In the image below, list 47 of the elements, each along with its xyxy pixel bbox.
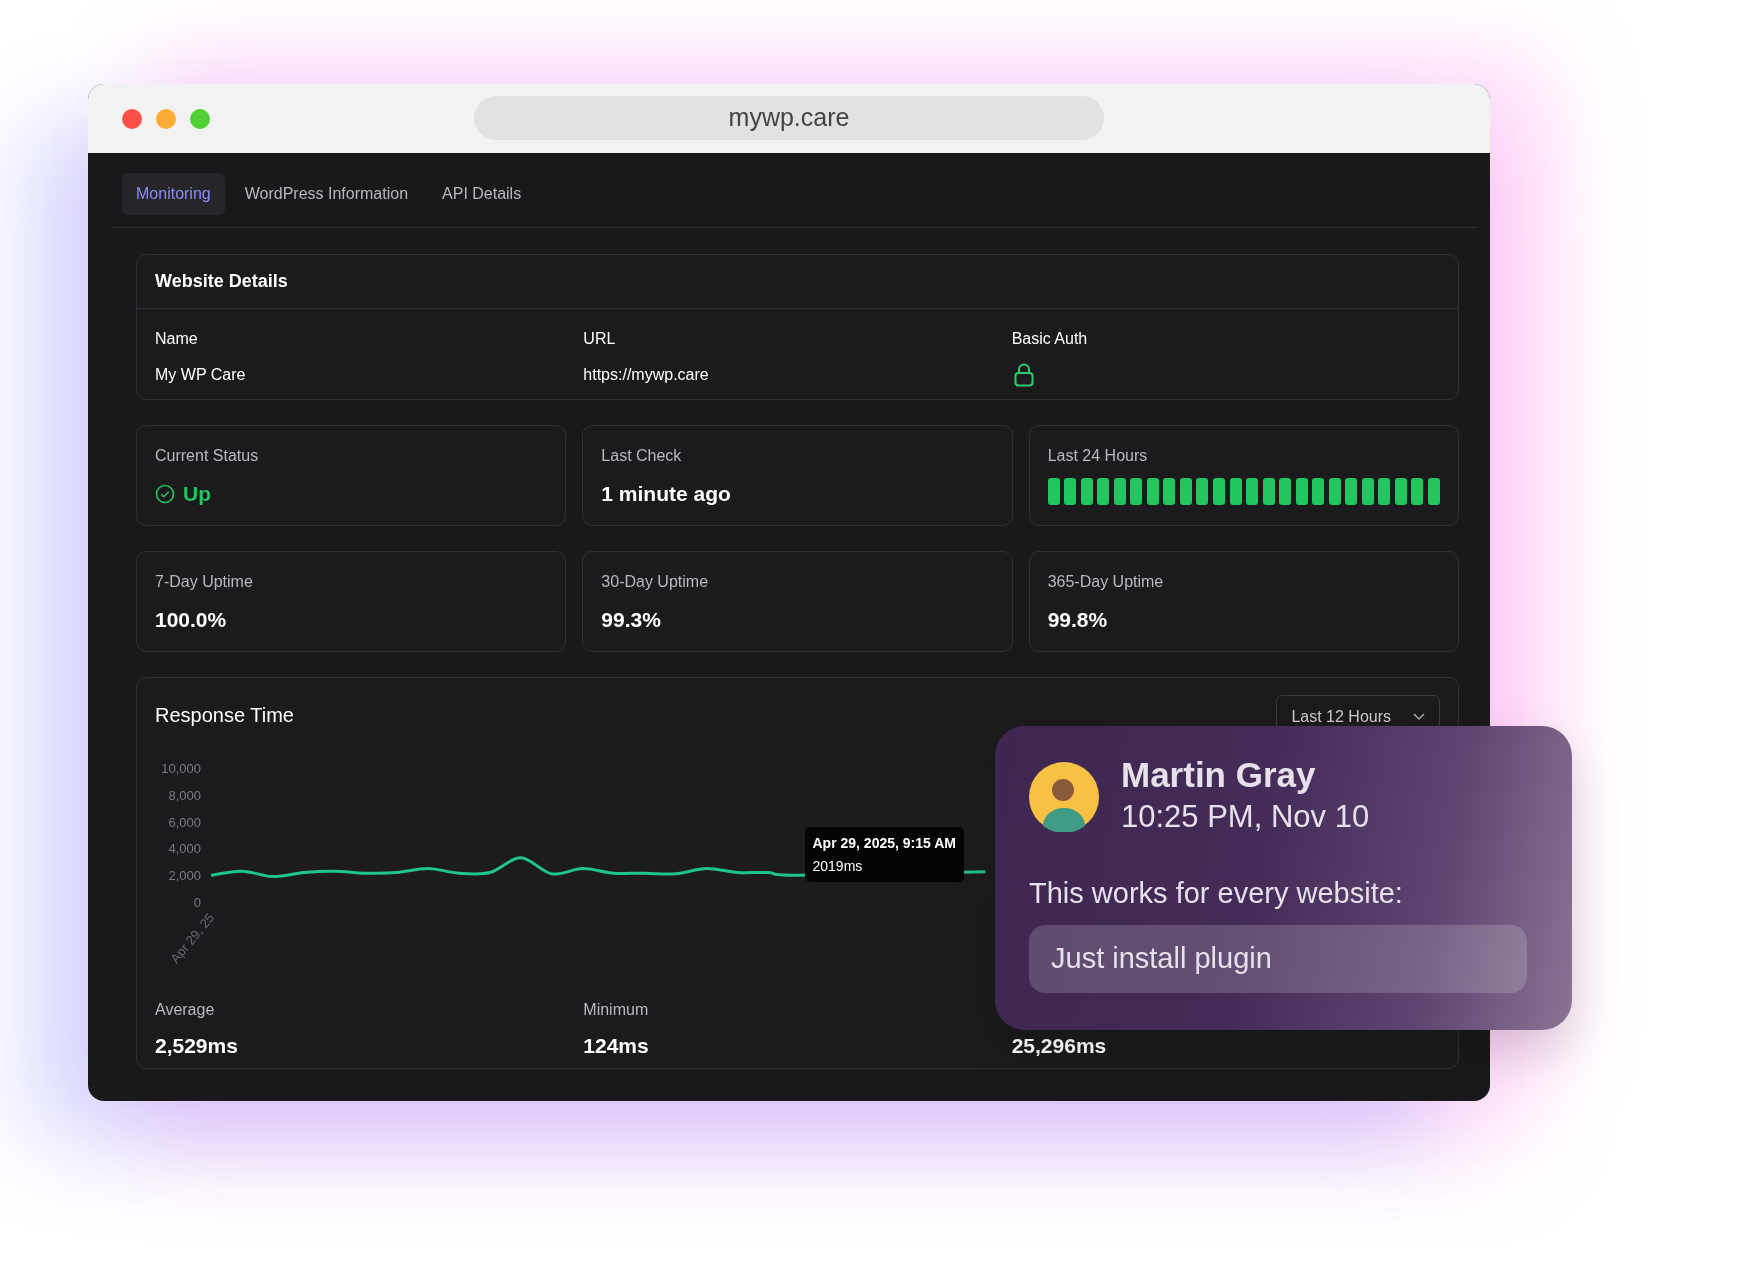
- stat-value: 2,529ms: [155, 1033, 239, 1059]
- card-label: 365-Day Uptime: [1047, 572, 1165, 592]
- close-button[interactable]: [122, 108, 142, 129]
- lock-icon: [1013, 363, 1034, 387]
- highlight-text: Just install plugin: [1029, 925, 1527, 993]
- card-title: Response Time: [155, 703, 294, 728]
- chevron-down-icon: [1413, 713, 1425, 721]
- card-label: Current Status: [155, 446, 260, 466]
- maximize-button[interactable]: [190, 108, 210, 129]
- stat-value: 25,296ms: [1011, 1033, 1108, 1059]
- person-name: Martin Gray: [1121, 756, 1317, 795]
- tab[interactable]: Monitoring: [122, 173, 225, 215]
- stat-value: 124ms: [583, 1033, 650, 1059]
- uptime-value: 99.8%: [1047, 607, 1109, 633]
- card-label: Last 24 Hours: [1047, 446, 1149, 466]
- field-label: Basic Auth: [1011, 329, 1089, 349]
- tooltip-title: Apr 29, 2025, 9:15 AM: [812, 834, 956, 854]
- uptime-value: 99.3%: [601, 607, 662, 633]
- y-tick-label: 4,000: [168, 841, 201, 857]
- y-tick-label: 6,000: [168, 814, 201, 830]
- y-tick-label: 2,000: [168, 868, 201, 884]
- message-text: This works for every website:: [1029, 875, 1404, 911]
- check-circle-icon: [155, 483, 175, 504]
- card-title: Website Details: [137, 255, 1458, 309]
- address-bar[interactable]: mywp.care: [474, 96, 1104, 140]
- card-label: Last Check: [601, 446, 683, 466]
- field-label: Name: [155, 329, 199, 349]
- y-tick-label: 10,000: [161, 761, 201, 776]
- field-value: My WP Care: [155, 365, 247, 385]
- minimize-button[interactable]: [156, 108, 176, 129]
- stat-label: Minimum: [583, 1000, 650, 1020]
- field-value: https://mywp.care: [583, 365, 710, 385]
- stat-label: Average: [155, 1000, 216, 1020]
- uptime-value: 100.0%: [155, 607, 228, 633]
- x-tick-label: Apr 29, 25: [167, 910, 218, 966]
- tab[interactable]: API Details: [428, 173, 536, 215]
- avatar-icon: [1029, 761, 1099, 832]
- card-label: 30-Day Uptime: [601, 572, 710, 592]
- tooltip-value: 2019ms: [812, 856, 864, 876]
- y-tick-label: 8,000: [168, 787, 201, 803]
- card-label: 7-Day Uptime: [155, 572, 254, 592]
- message-time: 10:25 PM, Nov 10: [1121, 797, 1370, 836]
- y-tick-label: 0: [193, 895, 201, 910]
- tab[interactable]: WordPress Information: [230, 173, 423, 215]
- status-value: 1 minute ago: [601, 481, 732, 507]
- field-label: URL: [583, 329, 617, 349]
- status-value: Up: [183, 481, 211, 507]
